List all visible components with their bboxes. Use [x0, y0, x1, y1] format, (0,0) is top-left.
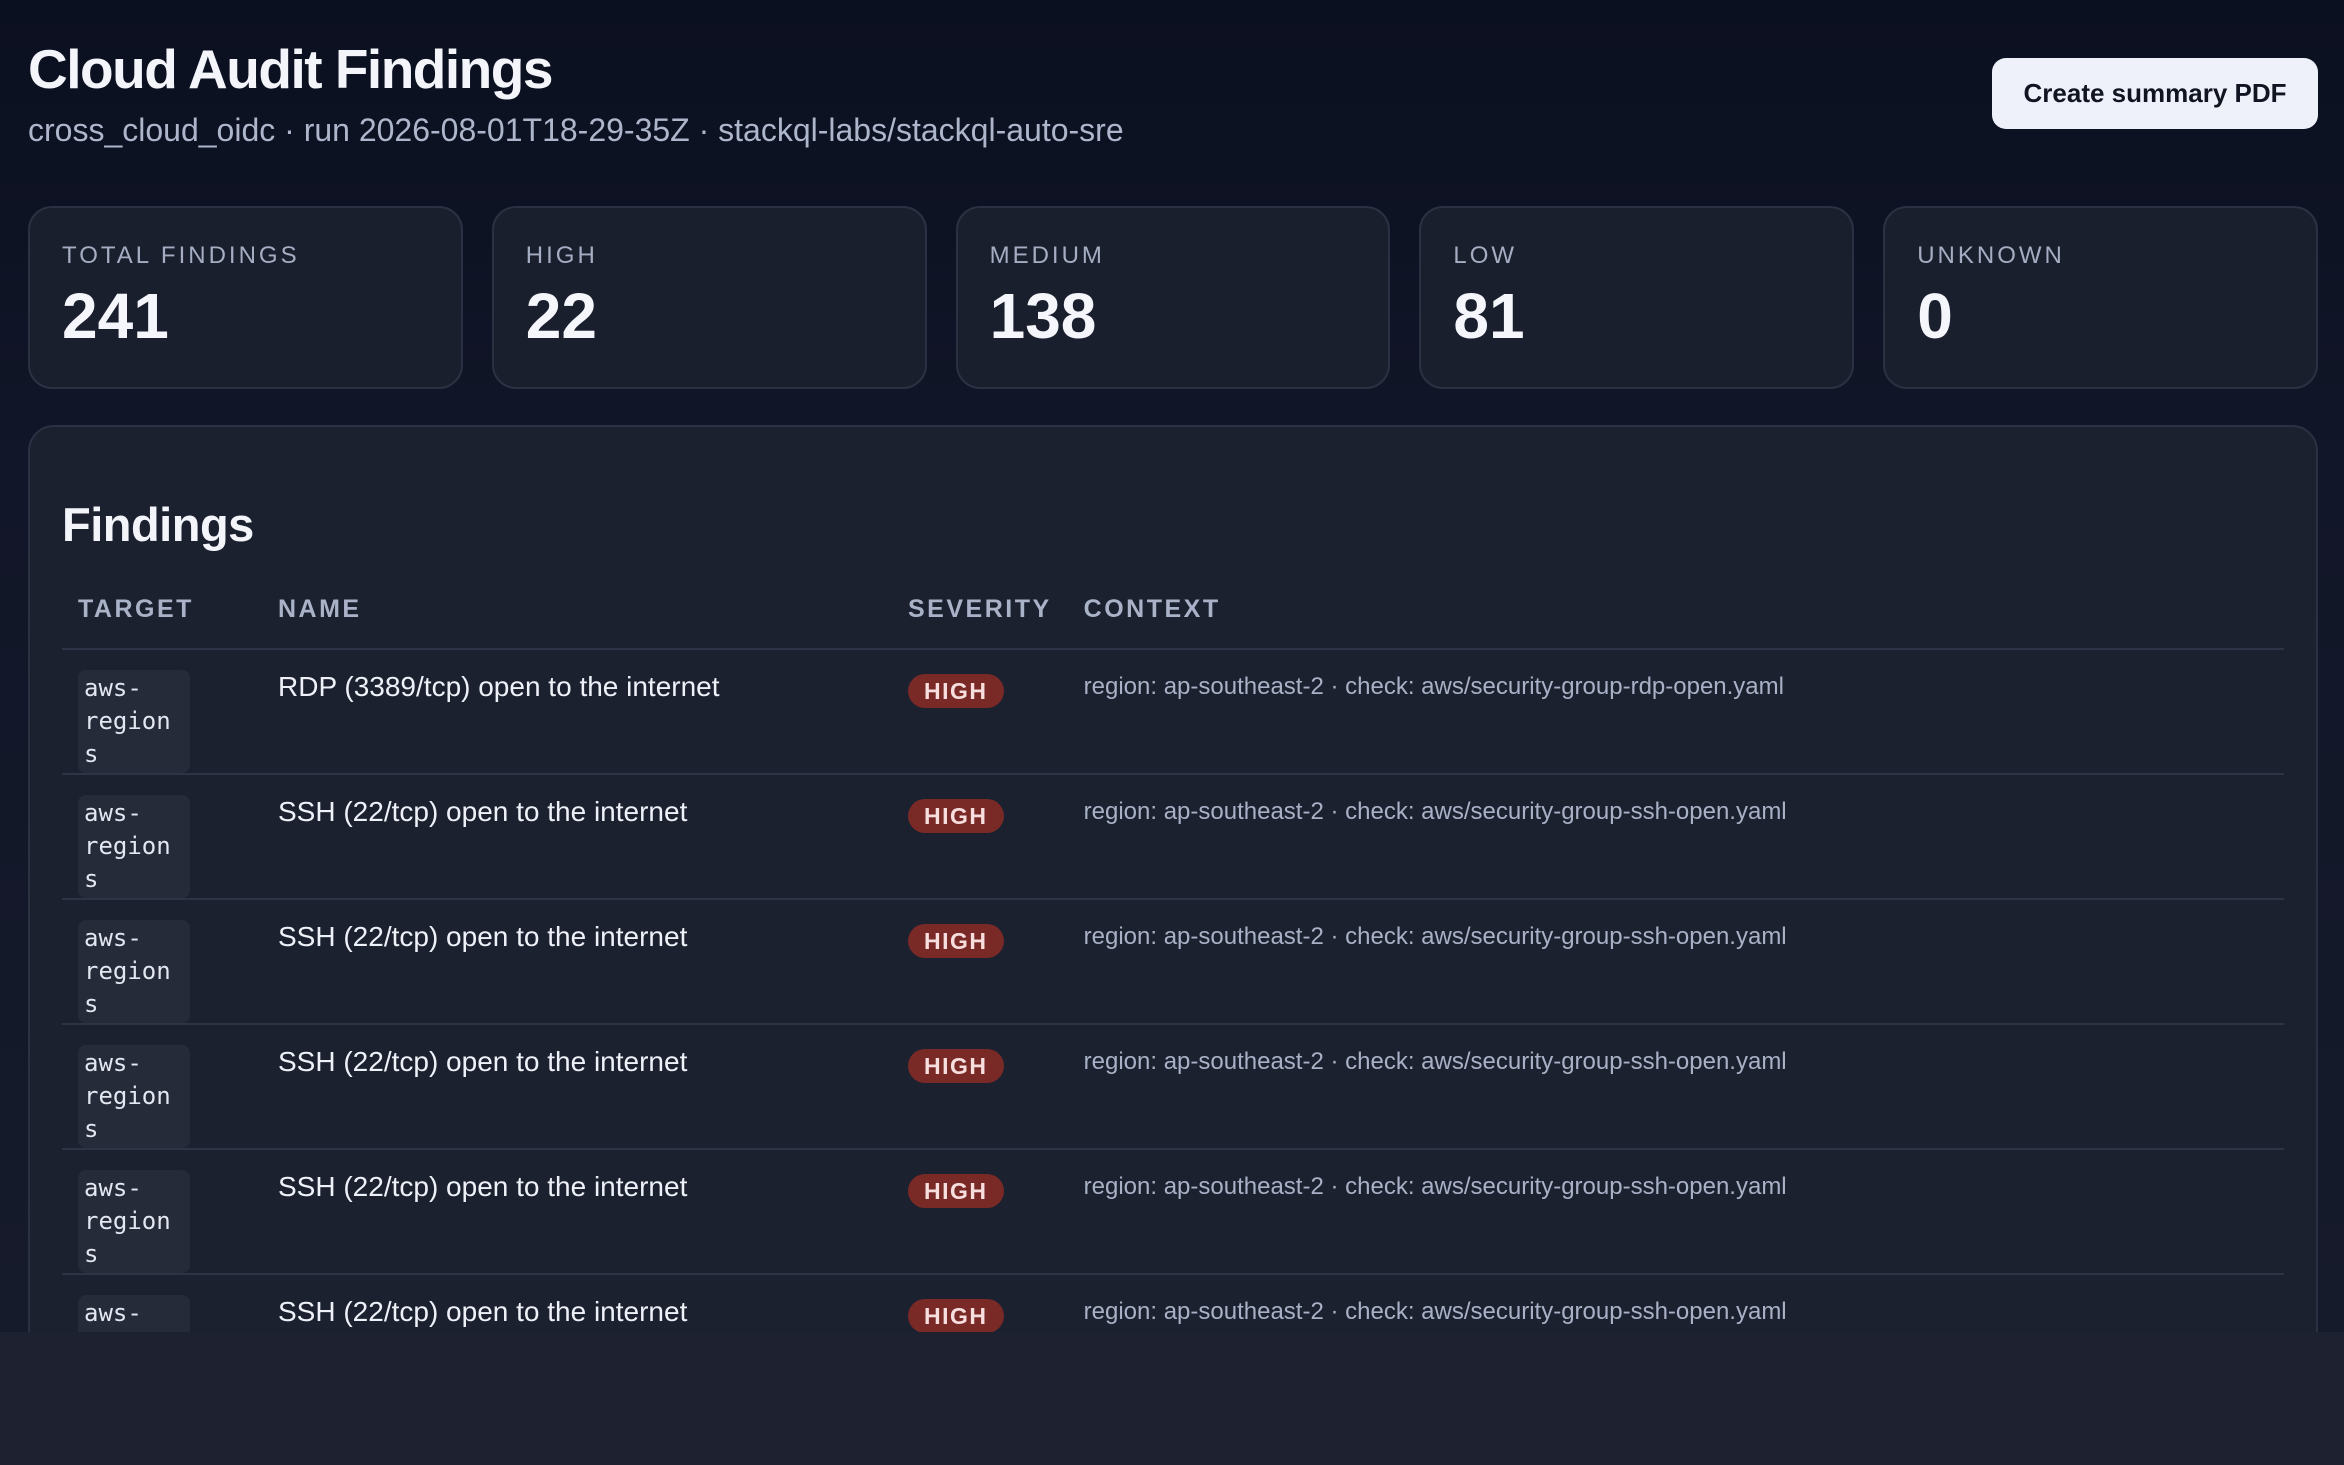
finding-context: region: ap-southeast-2 · check: aws/secu…: [1083, 1173, 1787, 1200]
findings-title: Findings: [62, 498, 254, 551]
stat-card-high: HIGH 22: [491, 206, 927, 389]
target-code: aws-regions: [78, 1295, 190, 1332]
findings-panel: Findings TARGET NAME SEVERITY CONTEXT aw…: [28, 425, 2318, 1332]
target-code: aws-regions: [78, 670, 190, 773]
stats-row: TOTAL FINDINGS 241 HIGH 22 MEDIUM 138 LO…: [28, 206, 2318, 389]
column-header-target[interactable]: TARGET: [62, 593, 262, 650]
stat-value: 81: [1453, 280, 1525, 352]
target-code: aws-regions: [78, 1170, 190, 1273]
stat-label: LOW: [1453, 242, 1518, 269]
severity-badge: HIGH: [908, 924, 1004, 958]
severity-badge: HIGH: [908, 1174, 1004, 1208]
table-row[interactable]: aws-regions SSH (22/tcp) open to the int…: [62, 1149, 2284, 1275]
table-row[interactable]: aws-regions SSH (22/tcp) open to the int…: [62, 1274, 2284, 1332]
audit-page: Cloud Audit Findings cross_cloud_oidc · …: [0, 0, 2344, 1332]
table-row[interactable]: aws-regions RDP (3389/tcp) open to the i…: [62, 649, 2284, 775]
table-row[interactable]: aws-regions SSH (22/tcp) open to the int…: [62, 899, 2284, 1025]
finding-context: region: ap-southeast-2 · check: aws/secu…: [1083, 1298, 1787, 1325]
severity-badge: HIGH: [908, 674, 1004, 708]
stat-card-medium: MEDIUM 138: [955, 206, 1391, 389]
finding-name: RDP (3389/tcp) open to the internet: [278, 671, 720, 702]
finding-context: region: ap-southeast-2 · check: aws/secu…: [1083, 923, 1787, 950]
finding-context: region: ap-southeast-2 · check: aws/secu…: [1083, 1048, 1787, 1075]
page-subtitle: cross_cloud_oidc · run 2026-08-01T18-29-…: [28, 112, 1124, 148]
finding-context: region: ap-southeast-2 · check: aws/secu…: [1083, 798, 1787, 825]
finding-name: SSH (22/tcp) open to the internet: [278, 796, 688, 827]
stat-label: MEDIUM: [989, 242, 1105, 269]
stat-label: UNKNOWN: [1917, 242, 2065, 269]
severity-badge: HIGH: [908, 799, 1004, 833]
table-header-row: TARGET NAME SEVERITY CONTEXT: [62, 593, 2284, 650]
target-code: aws-regions: [78, 795, 190, 898]
table-row[interactable]: aws-regions SSH (22/tcp) open to the int…: [62, 1024, 2284, 1150]
stat-card-unknown: UNKNOWN 0: [1883, 206, 2318, 389]
severity-badge: HIGH: [908, 1049, 1004, 1083]
target-code: aws-regions: [78, 920, 190, 1023]
finding-name: SSH (22/tcp) open to the internet: [278, 1046, 688, 1077]
column-header-name[interactable]: NAME: [262, 593, 892, 650]
column-header-severity[interactable]: SEVERITY: [892, 593, 1068, 650]
stat-value: 22: [525, 280, 597, 352]
stat-value: 0: [1917, 280, 1953, 352]
page-header: Cloud Audit Findings cross_cloud_oidc · …: [28, 36, 2318, 156]
stat-label: TOTAL FINDINGS: [62, 242, 300, 269]
stat-value: 241: [62, 280, 169, 352]
finding-context: region: ap-southeast-2 · check: aws/secu…: [1083, 673, 1784, 700]
findings-table: TARGET NAME SEVERITY CONTEXT aws-regions…: [62, 593, 2284, 1332]
column-header-context[interactable]: CONTEXT: [1067, 593, 2284, 650]
page-title: Cloud Audit Findings: [28, 38, 553, 100]
finding-name: SSH (22/tcp) open to the internet: [278, 1171, 688, 1202]
severity-badge: HIGH: [908, 1299, 1004, 1332]
stat-value: 138: [989, 280, 1097, 352]
stat-card-total: TOTAL FINDINGS 241: [28, 206, 463, 389]
stat-label: HIGH: [525, 242, 598, 269]
stat-card-low: LOW 81: [1419, 206, 1855, 389]
target-code: aws-regions: [78, 1045, 190, 1148]
finding-name: SSH (22/tcp) open to the internet: [278, 1296, 688, 1327]
create-summary-pdf-button[interactable]: Create summary PDF: [1992, 58, 2318, 129]
table-row[interactable]: aws-regions SSH (22/tcp) open to the int…: [62, 774, 2284, 900]
finding-name: SSH (22/tcp) open to the internet: [278, 921, 688, 952]
